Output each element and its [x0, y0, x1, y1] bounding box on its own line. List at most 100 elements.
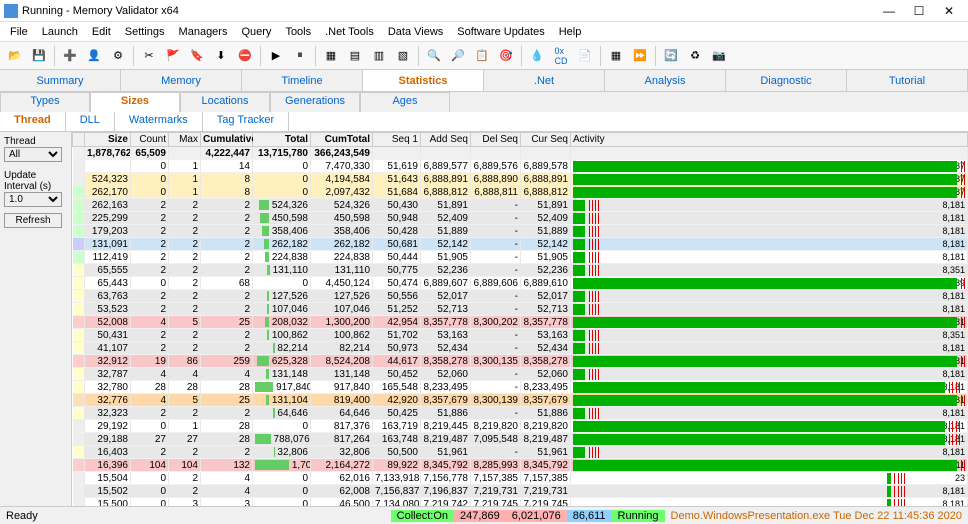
minimize-button[interactable]: — — [874, 4, 904, 18]
menu-dataviews[interactable]: Data Views — [382, 24, 449, 40]
subtab-sizes[interactable]: Sizes — [90, 92, 180, 112]
table-row[interactable]: 32,780282828 917,840917,840165,5488,233,… — [73, 381, 968, 394]
subtab2-watermarks[interactable]: Watermarks — [115, 112, 203, 131]
close-button[interactable]: ✕ — [934, 4, 964, 18]
subtab2-tagtracker[interactable]: Tag Tracker — [203, 112, 289, 131]
tool-add-icon[interactable]: ➕ — [59, 45, 81, 67]
tool-cut-icon[interactable]: ✂ — [138, 45, 160, 67]
table-row[interactable]: 262,163222 524,326524,32650,43051,891-51… — [73, 199, 968, 212]
tool-camera-icon[interactable]: 📷 — [708, 45, 730, 67]
tool-drop-icon[interactable]: 💧 — [526, 45, 548, 67]
table-row[interactable]: 524,32301804,194,58451,6436,888,8916,888… — [73, 173, 968, 186]
tool-refresh-icon[interactable]: 🔄 — [660, 45, 682, 67]
sub-tabs-1: TypesSizesLocationsGenerationsAges — [0, 92, 968, 112]
maximize-button[interactable]: ☐ — [904, 4, 934, 18]
menu-edit[interactable]: Edit — [86, 24, 117, 40]
table-row[interactable]: 16,396104104132 1,705,1842,164,27289,922… — [73, 459, 968, 472]
table-row[interactable]: 262,17001802,097,43251,6846,888,8126,888… — [73, 186, 968, 199]
tab-statistics[interactable]: Statistics — [363, 70, 484, 91]
menu-softwareupdates[interactable]: Software Updates — [451, 24, 550, 40]
tool-gear-icon[interactable]: ⚙ — [107, 45, 129, 67]
status-v3: 86,611 — [567, 510, 612, 522]
tool-pause-icon[interactable]: ⏸ — [289, 45, 311, 67]
tab-net[interactable]: .Net — [484, 70, 605, 91]
table-row[interactable]: 29,188272728 788,076817,264163,7488,219,… — [73, 433, 968, 446]
tool-box1-icon[interactable]: ▦ — [320, 45, 342, 67]
table-row[interactable]: 15,504024062,0167,133,9187,156,7787,157,… — [73, 472, 968, 485]
tool-recycle-icon[interactable]: ♻ — [684, 45, 706, 67]
refresh-button[interactable]: Refresh — [4, 213, 62, 228]
table-row[interactable]: 65,555222 131,110131,11050,77552,236-52,… — [73, 264, 968, 277]
menu-nettools[interactable]: .Net Tools — [319, 24, 380, 40]
table-row[interactable]: 15,500033046,5007,134,0807,219,7427,219,… — [73, 498, 968, 507]
table-row[interactable]: 131,091222 262,182262,18250,68152,142-52… — [73, 238, 968, 251]
tool-list-icon[interactable]: 📋 — [471, 45, 493, 67]
subtab-locations[interactable]: Locations — [180, 92, 270, 112]
tool-box2-icon[interactable]: ▤ — [344, 45, 366, 67]
tool-flag-icon[interactable]: 🚩 — [162, 45, 184, 67]
menu-help[interactable]: Help — [553, 24, 588, 40]
table-row[interactable]: 112,419222 224,838224,83850,44451,905-51… — [73, 251, 968, 264]
menu-settings[interactable]: Settings — [119, 24, 171, 40]
tool-next-icon[interactable]: ⏩ — [629, 45, 651, 67]
subtab-types[interactable]: Types — [0, 92, 90, 112]
tool-play-icon[interactable]: ▶ — [265, 45, 287, 67]
tool-open-icon[interactable]: 📂 — [4, 45, 26, 67]
table-row[interactable]: 32,7764525 131,104819,40042,9208,357,679… — [73, 394, 968, 407]
menu-launch[interactable]: Launch — [36, 24, 84, 40]
tool-box4-icon[interactable]: ▧ — [392, 45, 414, 67]
subtab-ages[interactable]: Ages — [360, 92, 450, 112]
table-row[interactable]: 32,9121986259 625,3288,524,20844,6178,35… — [73, 355, 968, 368]
interval-label: Update Interval (s) — [4, 170, 67, 192]
tool-user-icon[interactable]: 👤 — [83, 45, 105, 67]
tab-timeline[interactable]: Timeline — [242, 70, 363, 91]
main-tabs: SummaryMemoryTimelineStatistics.NetAnaly… — [0, 70, 968, 92]
menu-file[interactable]: File — [4, 24, 34, 40]
table-row[interactable]: 32,323222 64,64664,64650,42551,886-51,88… — [73, 407, 968, 420]
tool-grid-icon[interactable]: ▦ — [605, 45, 627, 67]
subtab-generations[interactable]: Generations — [270, 92, 360, 112]
table-row[interactable]: 179,203222 358,406358,40650,42851,889-51… — [73, 225, 968, 238]
table-row[interactable]: 16,403222 32,80632,80650,50051,961-51,96… — [73, 446, 968, 459]
table-row[interactable]: 52,0084525 208,0321,300,20042,9548,357,7… — [73, 316, 968, 329]
table-row[interactable]: 225,299222 450,598450,59850,94852,409-52… — [73, 212, 968, 225]
menu-query[interactable]: Query — [235, 24, 277, 40]
tab-tutorial[interactable]: Tutorial — [847, 70, 968, 91]
table-row[interactable]: 65,443026804,450,12450,4746,889,6076,889… — [73, 277, 968, 290]
table-row[interactable]: 50,431222 100,862100,86251,70253,163-53,… — [73, 329, 968, 342]
table-row[interactable]: 15,502024062,0087,156,8377,196,8377,219,… — [73, 485, 968, 498]
subtab2-thread[interactable]: Thread — [0, 112, 66, 131]
menu-managers[interactable]: Managers — [173, 24, 234, 40]
thread-select[interactable]: All — [4, 147, 62, 162]
tool-zoom-icon[interactable]: 🔍 — [423, 45, 445, 67]
tool-zoomout-icon[interactable]: 🔎 — [447, 45, 469, 67]
data-grid[interactable]: SizeCountMaxCumulativeTotalCumTotalSeq 1… — [72, 132, 968, 506]
tab-summary[interactable]: Summary — [0, 70, 121, 91]
subtab2-dll[interactable]: DLL — [66, 112, 115, 131]
tool-0xcd-icon[interactable]: 0xCD — [550, 45, 572, 67]
tool-bookmark-icon[interactable]: 🔖 — [186, 45, 208, 67]
toolbar: 📂 💾 ➕ 👤 ⚙ ✂ 🚩 🔖 ⬇ ⛔ ▶ ⏸ ▦ ▤ ▥ ▧ 🔍 🔎 📋 🎯 … — [0, 42, 968, 70]
tool-save-icon[interactable]: 💾 — [28, 45, 50, 67]
table-row[interactable]: 63,763222 127,526127,52650,55652,017-52,… — [73, 290, 968, 303]
status-collect: Collect:On — [391, 510, 454, 522]
status-bar: Ready Collect:On 247,869 6,021,076 86,61… — [0, 506, 968, 524]
tab-memory[interactable]: Memory — [121, 70, 242, 91]
table-row[interactable]: 41,107222 82,21482,21450,97352,434-52,43… — [73, 342, 968, 355]
table-row[interactable]: 29,19201280817,376163,7198,219,4458,219,… — [73, 420, 968, 433]
tool-down-icon[interactable]: ⬇ — [210, 45, 232, 67]
tool-box3-icon[interactable]: ▥ — [368, 45, 390, 67]
app-icon — [4, 4, 18, 18]
table-row[interactable]: 32,787444 131,148131,14850,45252,060-52,… — [73, 368, 968, 381]
table-row[interactable]: 53,523222 107,046107,04651,25252,713-52,… — [73, 303, 968, 316]
tool-page-icon[interactable]: 📄 — [574, 45, 596, 67]
interval-select[interactable]: 1.0 — [4, 192, 62, 207]
tool-stop-icon[interactable]: ⛔ — [234, 45, 256, 67]
table-row[interactable]: 011407,470,33051,6196,889,5776,889,5766,… — [73, 160, 968, 173]
menu-tools[interactable]: Tools — [279, 24, 317, 40]
title-bar: Running - Memory Validator x64 — ☐ ✕ — [0, 0, 968, 22]
tab-diagnostic[interactable]: Diagnostic — [726, 70, 847, 91]
sub-tabs-2: ThreadDLLWatermarksTag Tracker — [0, 112, 968, 132]
tool-target-icon[interactable]: 🎯 — [495, 45, 517, 67]
tab-analysis[interactable]: Analysis — [605, 70, 726, 91]
